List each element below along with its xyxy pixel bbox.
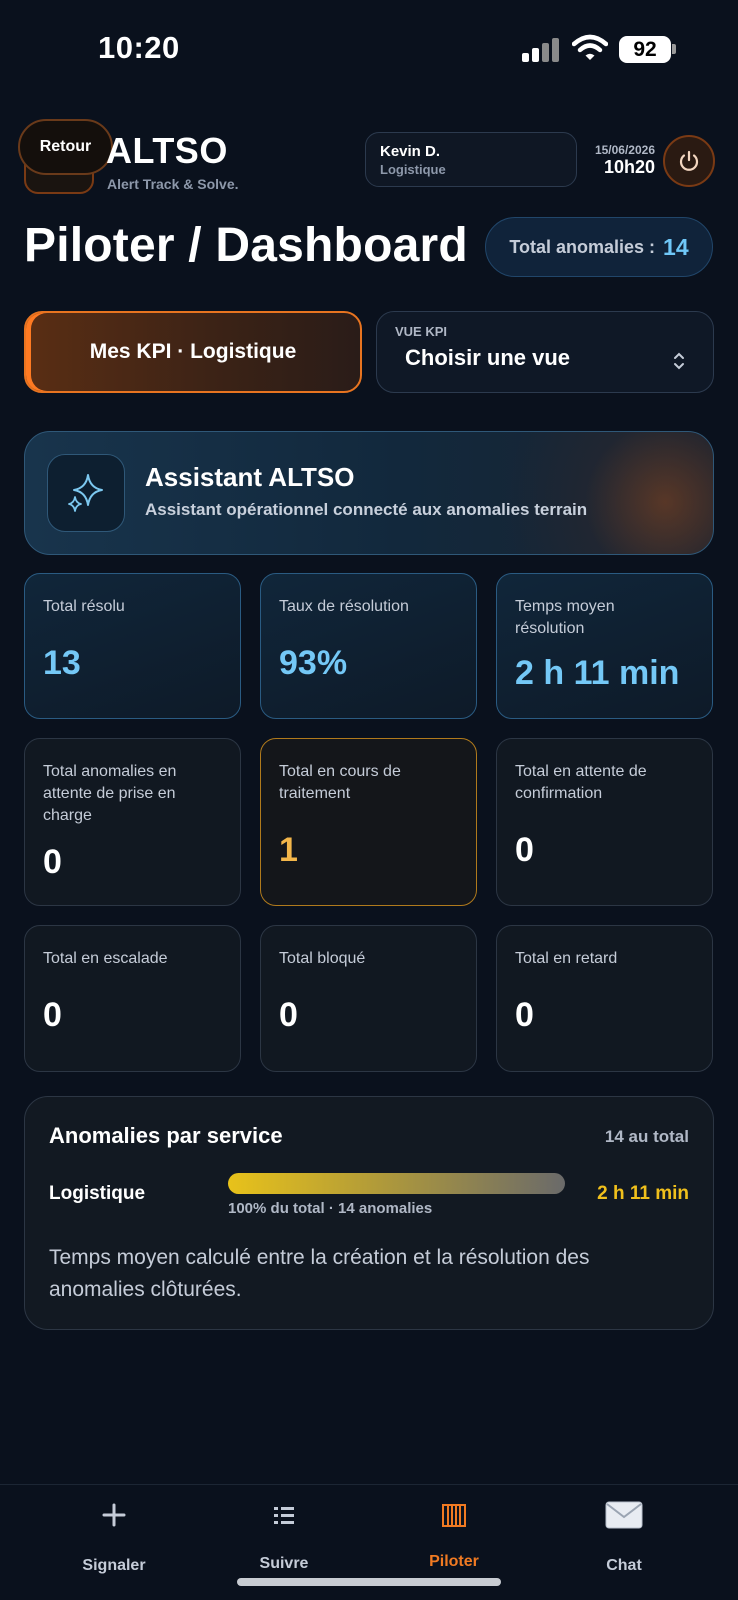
service-row-name: Logistique [49, 1183, 146, 1204]
nav-label: Chat [606, 1557, 642, 1574]
stat-value: 0 [43, 843, 62, 881]
stat-card-awaiting-confirmation[interactable]: Total en attente de confirmation 0 [496, 738, 713, 906]
stat-card-escalated[interactable]: Total en escalade 0 [24, 925, 241, 1072]
assistant-subtitle: Assistant opérationnel connecté aux anom… [145, 500, 588, 519]
nav-label: Piloter [429, 1553, 479, 1570]
nav-item-chat[interactable]: Chat [554, 1485, 694, 1575]
stat-card-blocked[interactable]: Total bloqué 0 [260, 925, 477, 1072]
stat-label: Total en retard [515, 950, 618, 967]
service-row-time: 2 h 11 min [597, 1183, 689, 1204]
stat-card-avg-resolution-time[interactable]: Temps moyen résolution 2 h 11 min [496, 573, 713, 719]
stat-card-resolution-rate[interactable]: Taux de résolution 93% [260, 573, 477, 719]
user-name: Kevin D. [380, 143, 441, 160]
back-button[interactable]: Retour [18, 119, 113, 175]
stat-label: Temps moyen résolution [515, 598, 615, 637]
power-icon [679, 150, 699, 171]
anomalies-by-service-panel: Anomalies par service 14 au total Logist… [24, 1096, 714, 1330]
chart-icon [384, 1485, 524, 1545]
brand-tagline: Alert Track & Solve. [107, 176, 239, 192]
nav-item-piloter[interactable]: Piloter [384, 1485, 524, 1571]
status-time: 10:20 [98, 30, 180, 65]
stat-label: Total en escalade [43, 950, 168, 967]
kpi-view-value: Choisir une vue [405, 345, 571, 370]
stat-value: 0 [515, 831, 534, 869]
service-panel-note: Temps moyen calculé entre la création et… [49, 1246, 590, 1301]
plus-icon [44, 1485, 184, 1545]
stat-label: Total en attente de confirmation [515, 763, 647, 802]
stat-card-total-resolved[interactable]: Total résolu 13 [24, 573, 241, 719]
battery-nub [672, 44, 676, 54]
kpi-view-label: VUE KPI [395, 324, 448, 339]
stat-label: Total en cours de traitement [279, 763, 401, 802]
service-row-detail: 100% du total · 14 anomalies [228, 1200, 433, 1217]
cellular-signal-icon [522, 38, 562, 62]
stat-value: 0 [43, 996, 62, 1034]
stat-label: Total bloqué [279, 950, 366, 967]
stat-card-late[interactable]: Total en retard 0 [496, 925, 713, 1072]
stat-label: Total anomalies en attente de prise en c… [43, 763, 177, 824]
stat-value: 0 [279, 996, 298, 1034]
kpi-view-select[interactable]: VUE KPI Choisir une vue [376, 311, 714, 393]
nav-item-signaler[interactable]: Signaler [44, 1485, 184, 1575]
power-button[interactable] [663, 135, 715, 187]
nav-label: Suivre [259, 1555, 309, 1572]
assistant-title: Assistant ALTSO [145, 462, 355, 492]
envelope-icon [554, 1485, 694, 1545]
stat-value: 93% [279, 644, 348, 682]
stat-value: 0 [515, 996, 534, 1034]
stat-label: Total résolu [43, 598, 125, 615]
stat-value: 1 [279, 831, 298, 869]
wifi-icon [571, 34, 609, 62]
chevron-up-down-icon [673, 352, 685, 370]
service-row-progress-bar [228, 1173, 565, 1194]
total-anomalies-badge: Total anomalies : 14 [485, 217, 713, 277]
brand-name: ALTSO [106, 130, 228, 171]
total-anomalies-value: 14 [663, 233, 689, 260]
stat-value: 2 h 11 min [515, 654, 680, 692]
sparkles-icon [47, 454, 125, 532]
nav-item-suivre[interactable]: Suivre [214, 1485, 354, 1573]
nav-label: Signaler [82, 1557, 146, 1574]
service-panel-total: 14 au total [604, 1127, 689, 1146]
page-title: Piloter / Dashboard [24, 219, 468, 272]
my-kpi-button[interactable]: Mes KPI · Logistique [24, 311, 362, 393]
list-icon [214, 1485, 354, 1545]
service-panel-title: Anomalies par service [49, 1123, 283, 1148]
user-role: Logistique [380, 162, 446, 177]
stat-card-in-progress[interactable]: Total en cours de traitement 1 [260, 738, 477, 906]
stat-label: Taux de résolution [279, 598, 409, 615]
battery-indicator: 92 [619, 36, 671, 63]
header-date: 15/06/2026 [594, 143, 655, 157]
user-card[interactable]: Kevin D. Logistique [365, 132, 577, 187]
assistant-banner[interactable]: Assistant ALTSO Assistant opérationnel c… [24, 431, 714, 555]
home-indicator[interactable] [237, 1578, 501, 1586]
stat-value: 13 [43, 644, 81, 682]
header-time: 10h20 [603, 157, 655, 177]
stat-card-awaiting-pickup[interactable]: Total anomalies en attente de prise en c… [24, 738, 241, 906]
total-anomalies-label: Total anomalies : [509, 236, 656, 257]
